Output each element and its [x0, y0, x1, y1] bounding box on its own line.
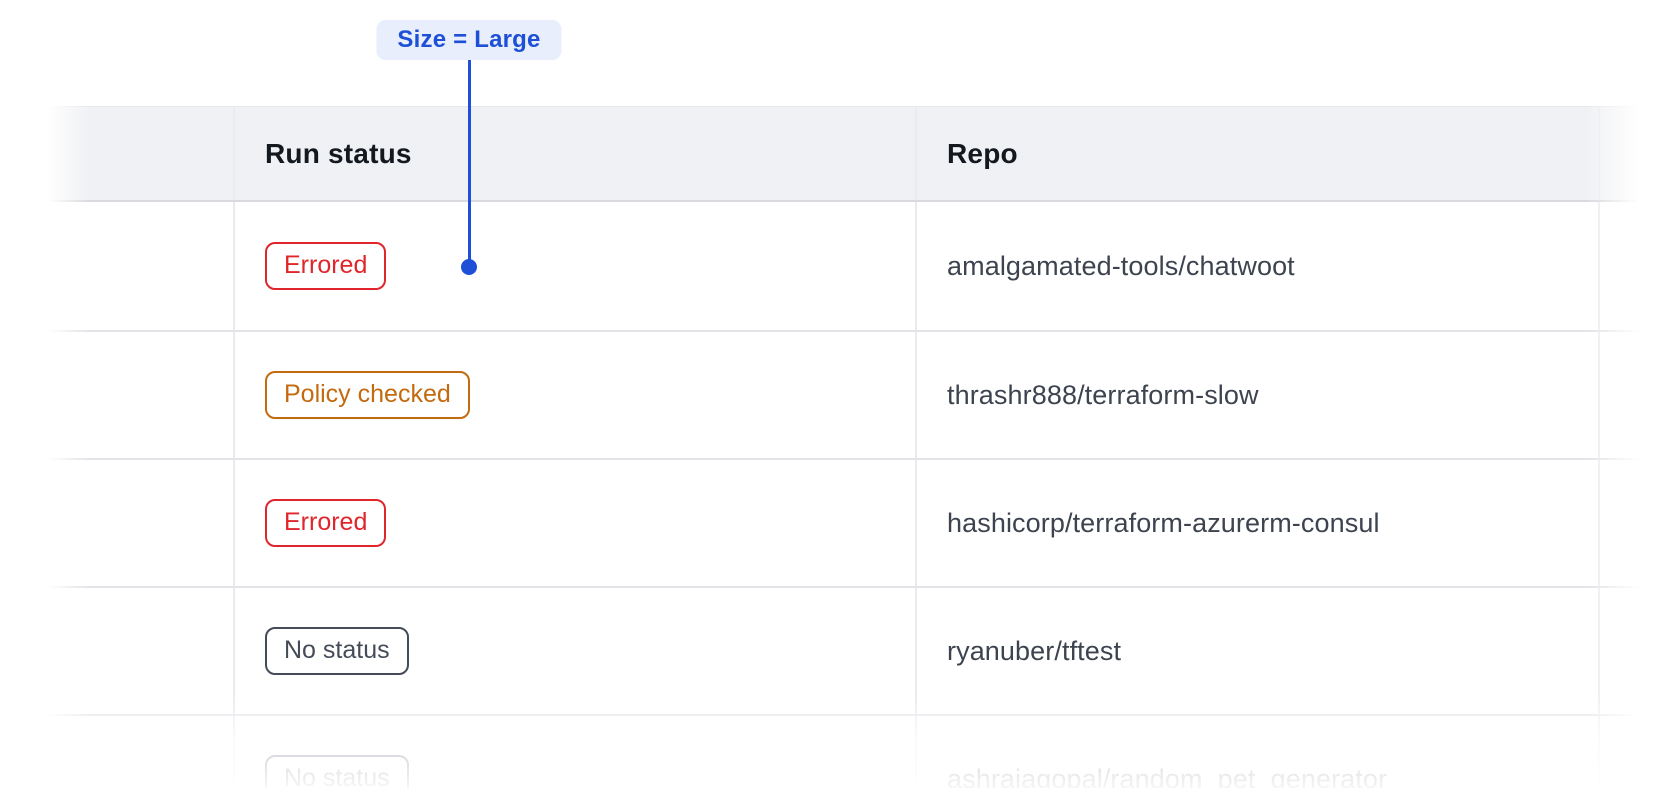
header-cell-next-cut — [1598, 107, 1672, 200]
row-cell-next-cut — [1598, 202, 1672, 330]
repo-name: hashicorp/terraform-azurerm-consul — [947, 508, 1380, 539]
table-row[interactable]: Errored hashicorp/terraform-azurerm-cons… — [48, 458, 1672, 586]
row-cell-blank — [48, 716, 233, 788]
repo-name: amalgamated-tools/chatwoot — [947, 251, 1295, 282]
annotation-pointer-dot — [461, 259, 477, 275]
table-row[interactable]: Errored amalgamated-tools/chatwoot — [48, 202, 1672, 330]
run-status-cell: Errored — [233, 460, 915, 586]
row-cell-blank — [48, 202, 233, 330]
annotation-pointer-line — [468, 57, 471, 268]
run-status-cell: No status — [233, 716, 915, 788]
screenshot-canvas: Run status Repo Errored amalgamated-tool… — [0, 0, 1672, 788]
row-cell-next-cut — [1598, 716, 1672, 788]
header-cell-blank — [48, 107, 233, 200]
repo-cell: ashrajagopal/random_pet_generator — [915, 716, 1598, 788]
table-row[interactable]: Policy checked thrashr888/terraform-slow — [48, 330, 1672, 458]
run-status-column-label: Run status — [265, 138, 412, 170]
row-cell-next-cut — [1598, 332, 1672, 458]
repo-name: thrashr888/terraform-slow — [947, 380, 1259, 411]
repo-column-label: Repo — [947, 138, 1018, 170]
row-cell-blank — [48, 588, 233, 714]
row-cell-blank — [48, 460, 233, 586]
run-status-cell: No status — [233, 588, 915, 714]
status-badge: Errored — [265, 499, 386, 547]
status-badge: Policy checked — [265, 371, 470, 419]
repo-name: ryanuber/tftest — [947, 636, 1121, 667]
repo-cell: hashicorp/terraform-azurerm-consul — [915, 460, 1598, 586]
repo-name: ashrajagopal/random_pet_generator — [947, 764, 1387, 788]
header-cell-repo: Repo — [915, 107, 1598, 200]
row-cell-next-cut — [1598, 460, 1672, 586]
repo-cell: ryanuber/tftest — [915, 588, 1598, 714]
repo-cell: thrashr888/terraform-slow — [915, 332, 1598, 458]
size-annotation-pill: Size = Large — [376, 20, 561, 60]
run-status-cell: Policy checked — [233, 332, 915, 458]
run-status-cell: Errored — [233, 202, 915, 330]
row-cell-next-cut — [1598, 588, 1672, 714]
table-row[interactable]: No status ryanuber/tftest — [48, 586, 1672, 714]
table-header-row: Run status Repo — [48, 106, 1672, 202]
row-cell-blank — [48, 332, 233, 458]
header-cell-run-status: Run status — [233, 107, 915, 200]
runs-table: Run status Repo Errored amalgamated-tool… — [48, 106, 1672, 788]
repo-cell: amalgamated-tools/chatwoot — [915, 202, 1598, 330]
table-row[interactable]: No status ashrajagopal/random_pet_genera… — [48, 714, 1672, 788]
status-badge: No status — [265, 627, 409, 675]
table-body: Errored amalgamated-tools/chatwoot Polic… — [48, 202, 1672, 788]
status-badge: Errored — [265, 242, 386, 290]
status-badge: No status — [265, 755, 409, 788]
